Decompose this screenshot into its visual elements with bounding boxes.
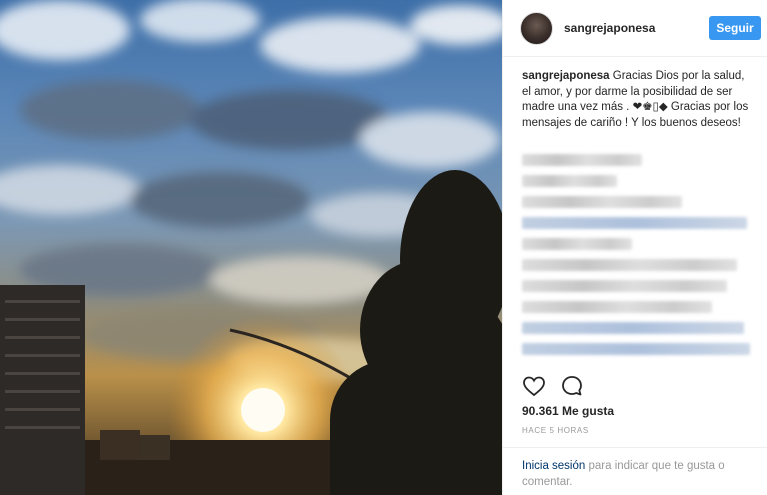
blurred-comment-line: [522, 301, 712, 313]
post-header: sangrejaponesa Seguir: [503, 0, 767, 57]
blurred-comment-line: [522, 154, 642, 166]
blurred-comments: [522, 154, 752, 364]
caption-username[interactable]: sangrejaponesa: [522, 70, 610, 82]
blurred-comment-line: [522, 259, 737, 271]
sunset-image: [0, 0, 502, 495]
blurred-comment-line: [522, 238, 632, 250]
heart-icon[interactable]: [522, 374, 546, 398]
post-timestamp: HACE 5 HORAS: [522, 426, 589, 435]
login-prompt: Inicia sesión para indicar que te gusta …: [503, 447, 767, 495]
username-link[interactable]: sangrejaponesa: [564, 21, 655, 35]
comment-icon[interactable]: [560, 374, 584, 398]
blurred-comment-line: [522, 343, 750, 355]
post-photo: [0, 0, 502, 495]
likes-count[interactable]: 90.361 Me gusta: [522, 404, 614, 418]
login-link[interactable]: Inicia sesión: [522, 460, 585, 472]
blurred-comment-line: [522, 217, 747, 229]
blurred-comment-line: [522, 322, 744, 334]
blurred-comment-line: [522, 175, 617, 187]
post-caption: sangrejaponesa Gracias Dios por la salud…: [522, 69, 754, 131]
blurred-comment-line: [522, 196, 682, 208]
post-actions: [522, 374, 584, 398]
follow-button[interactable]: Seguir: [709, 16, 761, 40]
avatar[interactable]: [520, 11, 553, 45]
blurred-comment-line: [522, 280, 727, 292]
post-side-panel: sangrejaponesa Seguir sangrejaponesa Gra…: [502, 0, 767, 495]
